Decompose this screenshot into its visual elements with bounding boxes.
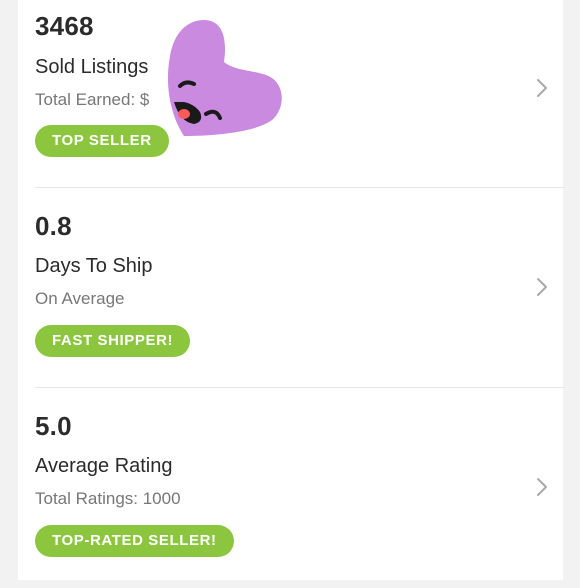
top-seller-badge: TOP SELLER bbox=[35, 125, 169, 157]
average-rating-title: Average Rating bbox=[35, 455, 173, 477]
chevron-right-icon[interactable] bbox=[534, 275, 550, 299]
sold-listings-row[interactable]: 3468 Sold Listings Total Earned: $ TOP S… bbox=[18, 0, 563, 200]
fast-shipper-badge: FAST SHIPPER! bbox=[35, 325, 191, 357]
average-rating-row[interactable]: 5.0 Average Rating Total Ratings: 1000 T… bbox=[18, 388, 563, 588]
days-to-ship-value: 0.8 bbox=[35, 211, 72, 241]
heart-face-sticker-icon bbox=[167, 20, 282, 136]
average-rating-value: 5.0 bbox=[35, 411, 72, 441]
chevron-right-icon[interactable] bbox=[534, 475, 550, 499]
total-earned-label: Total Earned: $ bbox=[35, 90, 150, 109]
days-to-ship-row[interactable]: 0.8 Days To Ship On Average FAST SHIPPER… bbox=[18, 188, 563, 388]
sold-listings-title: Sold Listings bbox=[35, 56, 149, 78]
total-ratings-label: Total Ratings: 1000 bbox=[35, 489, 181, 508]
on-average-label: On Average bbox=[35, 289, 125, 308]
seller-stats-card: 3468 Sold Listings Total Earned: $ TOP S… bbox=[18, 0, 564, 580]
chevron-right-icon[interactable] bbox=[534, 76, 550, 100]
top-rated-seller-badge: TOP-RATED SELLER! bbox=[35, 525, 234, 557]
sold-listings-value: 3468 bbox=[35, 11, 94, 41]
days-to-ship-title: Days To Ship bbox=[35, 255, 153, 277]
